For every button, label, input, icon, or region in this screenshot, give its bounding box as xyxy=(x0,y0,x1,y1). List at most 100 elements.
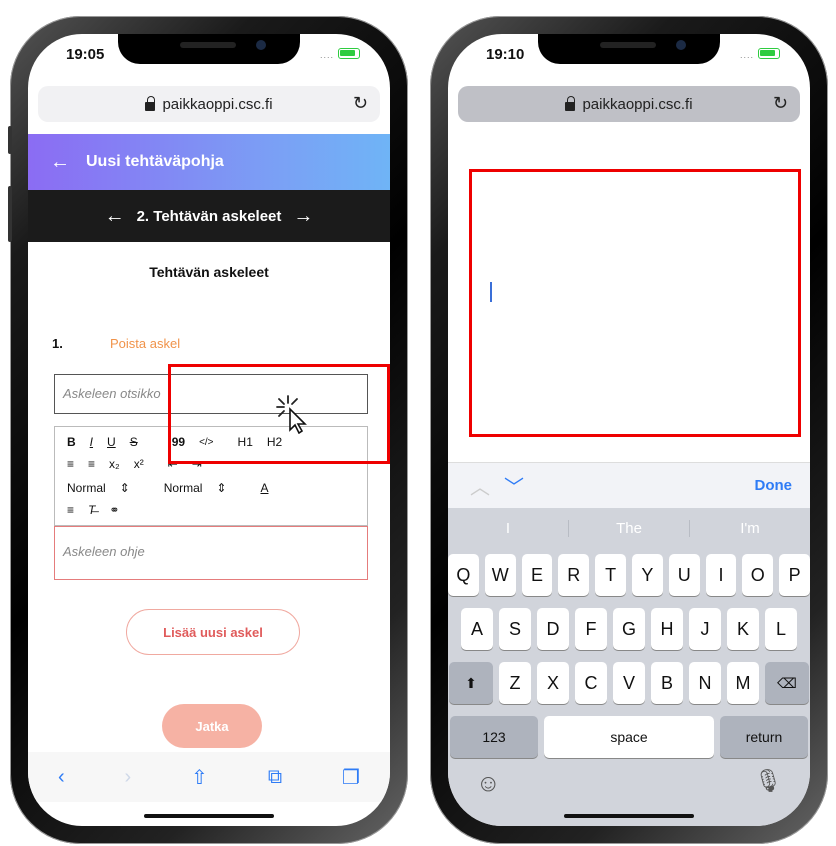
key-i[interactable]: I xyxy=(705,554,737,596)
battery-icon xyxy=(758,48,780,59)
step-number: 1. xyxy=(52,336,63,351)
ordered-list-icon[interactable]: ≡ xyxy=(67,457,74,471)
space-key[interactable]: space xyxy=(544,716,714,758)
suggestion-bar: I The I'm xyxy=(448,508,810,548)
key-row-1: Q W E R T Y U I O P xyxy=(448,554,810,596)
key-row-3: ⬆ Z X C V B N M ⌫ xyxy=(448,662,810,704)
shift-icon[interactable]: ⬆ xyxy=(449,662,493,704)
share-icon[interactable]: ⇧ xyxy=(191,765,208,790)
align-icon[interactable]: ≡ xyxy=(67,503,74,517)
address-bar[interactable]: paikkaoppi.csc.fi ↻ xyxy=(38,86,380,122)
key-v[interactable]: V xyxy=(613,662,645,704)
continue-button[interactable]: Jatka xyxy=(162,704,262,748)
bullet-list-icon[interactable]: ≡ xyxy=(88,457,95,471)
emoji-icon[interactable]: ☺ xyxy=(476,770,501,798)
signal-icon: .... xyxy=(739,50,754,60)
superscript-button[interactable]: x² xyxy=(134,457,144,471)
key-q[interactable]: Q xyxy=(448,554,479,596)
notch xyxy=(538,34,720,64)
notch xyxy=(118,34,300,64)
step-instructions-editor[interactable]: Askeleen ohje xyxy=(54,526,368,580)
browser-toolbar: ‹ › ⇧ ⧉ ❐ xyxy=(28,752,390,802)
back-arrow-icon[interactable]: ← xyxy=(50,151,70,174)
mute-switch xyxy=(8,126,12,154)
key-z[interactable]: Z xyxy=(499,662,531,704)
numbers-key[interactable]: 123 xyxy=(450,716,538,758)
address-bar[interactable]: paikkaoppi.csc.fi ↻ xyxy=(458,86,800,122)
chevron-down-icon[interactable]: ﹀ xyxy=(504,471,524,500)
suggestion-item[interactable]: The xyxy=(569,519,690,537)
reload-icon[interactable]: ↻ xyxy=(353,93,368,114)
key-l[interactable]: L xyxy=(765,608,797,650)
reload-icon[interactable]: ↻ xyxy=(773,93,788,114)
status-time: 19:05 xyxy=(66,46,105,63)
url-text: paikkaoppi.csc.fi xyxy=(162,95,273,113)
key-w[interactable]: W xyxy=(484,554,516,596)
step-navigation: ← 2. Tehtävän askeleet → xyxy=(28,190,390,242)
app-header: ← Uusi tehtäväpohja xyxy=(28,134,390,190)
italic-button[interactable]: I xyxy=(90,435,93,449)
key-n[interactable]: N xyxy=(689,662,721,704)
section-title: Tehtävän askeleet xyxy=(149,264,269,280)
bookmarks-icon[interactable]: ⧉ xyxy=(268,766,282,789)
font-select[interactable]: Normal xyxy=(67,481,106,495)
chevron-up-icon[interactable]: ︿ xyxy=(470,471,490,500)
highlight-box-editor xyxy=(469,169,801,437)
microphone-icon[interactable]: 🎙 xyxy=(754,768,782,794)
key-o[interactable]: O xyxy=(742,554,774,596)
page-title: Uusi tehtäväpohja xyxy=(86,153,224,170)
text-color-button[interactable]: A xyxy=(260,481,268,495)
bold-button[interactable]: B xyxy=(67,435,76,449)
key-f[interactable]: F xyxy=(575,608,607,650)
home-indicator xyxy=(144,814,274,818)
key-r[interactable]: R xyxy=(558,554,590,596)
key-e[interactable]: E xyxy=(521,554,553,596)
back-icon[interactable]: ‹ xyxy=(58,766,65,789)
keyboard-bottom-bar: ☺ 🎙 xyxy=(448,766,810,806)
key-a[interactable]: A xyxy=(461,608,493,650)
link-icon[interactable]: ⚭ xyxy=(109,503,119,517)
volume-up-button xyxy=(8,186,12,242)
home-indicator xyxy=(564,814,694,818)
url-text: paikkaoppi.csc.fi xyxy=(582,95,693,113)
highlight-box-title-field xyxy=(168,364,390,464)
step-nav-label: 2. Tehtävän askeleet xyxy=(136,207,282,225)
key-d[interactable]: D xyxy=(537,608,569,650)
key-h[interactable]: H xyxy=(651,608,683,650)
key-g[interactable]: G xyxy=(613,608,645,650)
key-t[interactable]: T xyxy=(595,554,626,596)
key-x[interactable]: X xyxy=(537,662,569,704)
key-row-4: 123 space return xyxy=(448,716,810,758)
delete-step-link[interactable]: Poista askel xyxy=(110,336,180,351)
status-time: 19:10 xyxy=(486,46,525,63)
suggestion-item[interactable]: I xyxy=(448,519,569,537)
key-row-2: A S D F G H J K L xyxy=(448,608,810,650)
strike-button[interactable]: S xyxy=(130,435,138,449)
tabs-icon[interactable]: ❐ xyxy=(342,765,360,790)
subscript-button[interactable]: x₂ xyxy=(109,457,120,471)
key-p[interactable]: P xyxy=(779,554,810,596)
done-button[interactable]: Done xyxy=(755,477,793,494)
prev-step-icon[interactable]: ← xyxy=(105,205,125,228)
ios-keyboard: I The I'm Q W E R T Y U I O P A S D F G … xyxy=(448,508,810,826)
select-arrows-icon: ⇕ xyxy=(119,481,130,495)
lock-icon xyxy=(565,95,576,111)
key-u[interactable]: U xyxy=(668,554,700,596)
key-c[interactable]: C xyxy=(575,662,607,704)
key-b[interactable]: B xyxy=(651,662,683,704)
key-s[interactable]: S xyxy=(499,608,531,650)
forward-icon[interactable]: › xyxy=(125,766,132,789)
signal-icon: .... xyxy=(319,50,334,60)
underline-button[interactable]: U xyxy=(107,435,116,449)
clear-format-icon[interactable]: T̶ xyxy=(88,503,95,517)
suggestion-item[interactable]: I'm xyxy=(690,520,810,537)
key-y[interactable]: Y xyxy=(632,554,663,596)
key-j[interactable]: J xyxy=(689,608,721,650)
next-step-icon[interactable]: → xyxy=(293,205,313,228)
add-step-button[interactable]: Lisää uusi askel xyxy=(126,609,300,655)
return-key[interactable]: return xyxy=(720,716,808,758)
key-k[interactable]: K xyxy=(727,608,759,650)
size-select[interactable]: Normal xyxy=(164,481,203,495)
backspace-icon[interactable]: ⌫ xyxy=(765,662,809,704)
key-m[interactable]: M xyxy=(727,662,759,704)
